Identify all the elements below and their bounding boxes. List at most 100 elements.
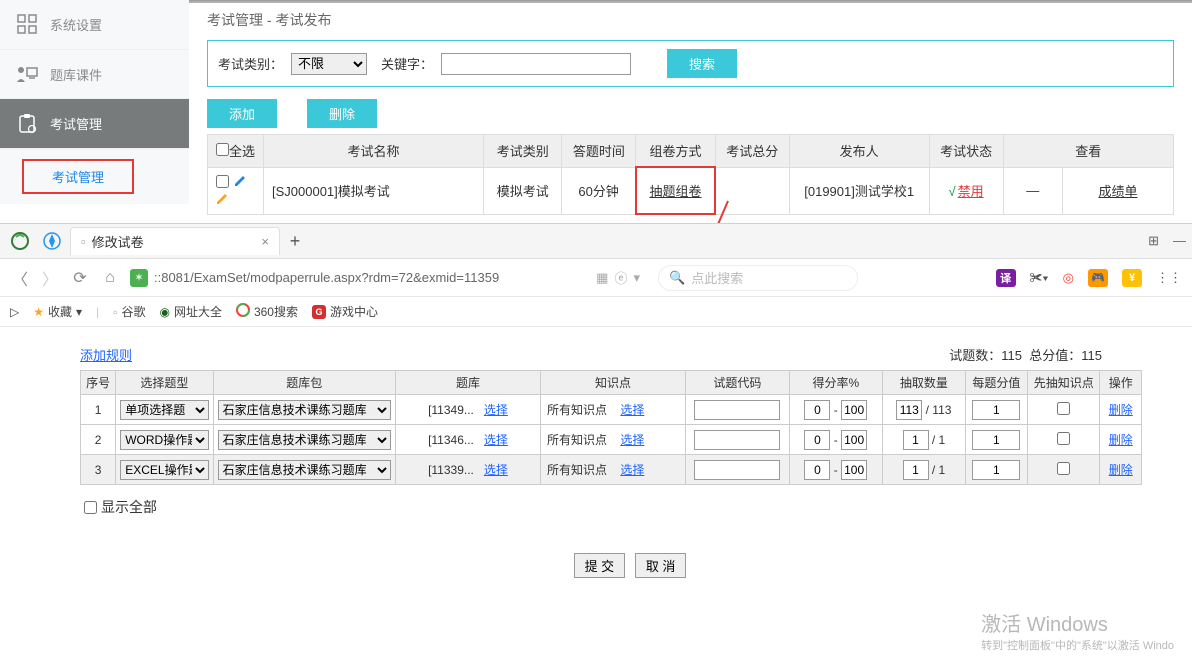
col-type: 考试类别 (484, 135, 562, 168)
pencil-icon[interactable] (216, 191, 230, 205)
minimize-icon[interactable]: — (1173, 233, 1186, 249)
bookmark-google[interactable]: ▫谷歌 (113, 303, 145, 320)
rate-max-input[interactable] (841, 400, 867, 420)
col-duration: 答题时间 (562, 135, 636, 168)
clipboard-icon (16, 113, 38, 135)
submit-button[interactable]: 提 交 (574, 553, 626, 578)
add-rule-link[interactable]: 添加规则 (80, 345, 132, 364)
qty-input[interactable] (896, 400, 922, 420)
filter-keyword-input[interactable] (441, 53, 631, 75)
browser-window: ▫ 修改试卷 × + ⊞ — 〈 〉 ⟳ ⌂ ✶ ::8081/ExamSet/… (0, 223, 1192, 659)
qtype-select[interactable]: 单项选择题 (120, 400, 208, 420)
sidebar-item-label: 题库课件 (50, 65, 102, 84)
kp-first-checkbox[interactable] (1057, 462, 1070, 475)
back-button[interactable]: 〈 (10, 266, 30, 290)
cell-no: 2 (81, 425, 116, 455)
qtype-select[interactable]: EXCEL操作题 (120, 460, 208, 480)
sidebar-item-system[interactable]: 系统设置 (0, 0, 189, 50)
cell-total (715, 167, 789, 214)
col-bank: 题库 (395, 371, 540, 395)
cancel-button[interactable]: 取 消 (635, 553, 687, 578)
star-icon: ★ (33, 305, 44, 319)
cell-kp: 所有知识点 选择 (541, 425, 686, 455)
cell-publisher: [019901]测试学校1 (789, 167, 929, 214)
row-delete-link[interactable]: 删除 (1109, 463, 1133, 477)
chevron-down-icon[interactable]: ▾ (633, 270, 640, 286)
panel-icon[interactable]: ⊞ (1148, 233, 1159, 249)
row-delete-link[interactable]: 删除 (1109, 403, 1133, 417)
cell-name: [SJ000001]模拟考试 (264, 167, 484, 214)
scissors-icon[interactable]: ✀▾ (1030, 270, 1049, 286)
bank-select-link[interactable]: 选择 (484, 433, 508, 447)
lifesaver-icon[interactable]: ◎ (1063, 270, 1074, 286)
delete-button[interactable]: 删除 (307, 99, 377, 128)
code-input[interactable] (694, 400, 780, 420)
home-button[interactable]: ⌂ (100, 269, 120, 287)
show-all[interactable]: 显示全部 (84, 497, 1180, 517)
search-button[interactable]: 搜索 (667, 49, 737, 78)
cell-status[interactable]: √禁用 (929, 167, 1003, 214)
bookmark-360[interactable]: 360搜索 (236, 303, 298, 320)
close-icon[interactable]: × (261, 234, 269, 249)
code-input[interactable] (694, 460, 780, 480)
select-all-checkbox[interactable] (216, 143, 229, 156)
kp-select-link[interactable]: 选择 (620, 463, 644, 477)
360-icon (236, 303, 250, 320)
score-input[interactable] (972, 460, 1020, 480)
filter-type-label: 考试类别： (218, 54, 283, 73)
pack-select[interactable]: 石家庄信息技术课练习题库 (218, 400, 391, 420)
bookmark-game[interactable]: G游戏中心 (312, 303, 378, 320)
browser-tab[interactable]: ▫ 修改试卷 × (70, 227, 280, 255)
bank-select-link[interactable]: 选择 (484, 403, 508, 417)
code-input[interactable] (694, 430, 780, 450)
rate-min-input[interactable] (804, 460, 830, 480)
sidebar-item-exam[interactable]: 考试管理 (0, 99, 189, 149)
cell-bank: [11339... 选择 (395, 455, 540, 485)
row-delete-link[interactable]: 删除 (1109, 433, 1133, 447)
sidebar-item-bank[interactable]: 题库课件 (0, 50, 189, 100)
score-input[interactable] (972, 400, 1020, 420)
kp-select-link[interactable]: 选择 (620, 403, 644, 417)
rate-max-input[interactable] (841, 460, 867, 480)
qty-input[interactable] (903, 460, 929, 480)
kp-first-checkbox[interactable] (1057, 432, 1070, 445)
row-checkbox[interactable] (216, 175, 229, 188)
filter-type-select[interactable]: 不限 (291, 53, 367, 75)
reload-button[interactable]: ⟳ (70, 268, 90, 288)
bookmark-fav[interactable]: ★收藏 ▾ (33, 303, 82, 320)
ie-mode-icon[interactable]: ⓔ (614, 268, 627, 287)
qty-total: / 113 (926, 403, 952, 417)
rate-min-input[interactable] (804, 430, 830, 450)
compass-icon[interactable] (38, 227, 66, 255)
cell-dash: — (1003, 167, 1062, 214)
media-icon[interactable]: ▷ (10, 305, 19, 319)
pack-select[interactable]: 石家庄信息技术课练习题库 (218, 460, 391, 480)
show-all-checkbox[interactable] (84, 501, 97, 514)
pack-select[interactable]: 石家庄信息技术课练习题库 (218, 430, 391, 450)
browser-search[interactable]: 🔍 点此搜索 (658, 265, 858, 291)
address-bar[interactable]: ✶ ::8081/ExamSet/modpaperrule.aspx?rdm=7… (130, 268, 640, 287)
kp-first-checkbox[interactable] (1057, 402, 1070, 415)
gamepad-icon[interactable]: 🎮 (1088, 269, 1108, 287)
kp-select-link[interactable]: 选择 (620, 433, 644, 447)
coin-icon[interactable]: ¥ (1122, 269, 1142, 287)
new-tab-button[interactable]: + (284, 230, 306, 252)
sidebar-sub-exam-manage[interactable]: 考试管理 (22, 159, 134, 194)
bank-select-link[interactable]: 选择 (484, 463, 508, 477)
qtype-select[interactable]: WORD操作题 (120, 430, 208, 450)
main-content: 考试管理 - 考试发布 考试类别： 不限 关键字： 搜索 添加 删除 全选 考试… (189, 0, 1192, 204)
bookmark-all[interactable]: ◉网址大全 (159, 303, 222, 320)
cell-paper-mode[interactable]: 抽题组卷 (636, 167, 716, 214)
sidebar-item-label: 系统设置 (50, 15, 102, 34)
translate-icon[interactable]: 译 (996, 269, 1016, 287)
edit-icon[interactable] (233, 174, 247, 188)
qr-icon[interactable]: ▦ (596, 270, 608, 286)
cell-score[interactable]: 成绩单 (1062, 167, 1173, 214)
add-button[interactable]: 添加 (207, 99, 277, 128)
rate-min-input[interactable] (804, 400, 830, 420)
score-input[interactable] (972, 430, 1020, 450)
qty-input[interactable] (903, 430, 929, 450)
forward-button[interactable]: 〉 (40, 266, 60, 290)
apps-icon[interactable]: ⋮⋮ (1156, 270, 1182, 286)
rate-max-input[interactable] (841, 430, 867, 450)
